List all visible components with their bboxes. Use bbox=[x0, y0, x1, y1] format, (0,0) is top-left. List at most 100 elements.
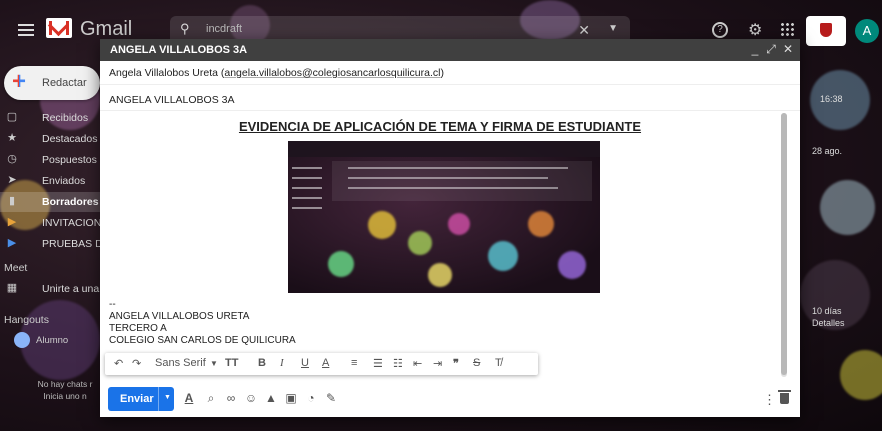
formatting-options-icon[interactable]: A bbox=[182, 391, 196, 405]
bold-icon[interactable]: B bbox=[258, 357, 266, 369]
remove-formatting-icon[interactable]: T̸ bbox=[495, 357, 502, 369]
signature-dash: -- bbox=[109, 299, 116, 310]
signature-school: COLEGIO SAN CARLOS DE QUILICURA bbox=[109, 335, 296, 346]
search-input[interactable]: incdraft bbox=[206, 23, 242, 35]
send-button[interactable]: Enviar ▼ bbox=[108, 387, 174, 411]
meet-heading: Meet bbox=[4, 262, 28, 274]
sidebar-item-join-meeting[interactable]: ▦ Unirte a una r bbox=[0, 279, 106, 299]
compose-header[interactable]: ANGELA VILLALOBOS 3A _ ⤢ ✕ bbox=[100, 39, 800, 61]
clear-search-icon[interactable]: ✕ bbox=[578, 22, 590, 39]
subject-input[interactable]: ANGELA VILLALOBOS 3A bbox=[109, 94, 234, 106]
no-chats-message: No hay chats r Inicia uno n bbox=[30, 378, 100, 402]
italic-icon[interactable]: I bbox=[280, 357, 284, 369]
sidebar-item-sent[interactable]: ➤ Enviados bbox=[0, 171, 100, 191]
redo-icon[interactable]: ↷ bbox=[132, 357, 141, 370]
sidebar-item-pruebas[interactable]: ▶ PRUEBAS DE bbox=[0, 234, 110, 254]
send-icon: ➤ bbox=[7, 174, 17, 186]
subject-field[interactable]: ANGELA VILLALOBOS 3A bbox=[100, 85, 800, 111]
align-icon[interactable]: ≡ bbox=[351, 357, 357, 369]
signature-pen-icon[interactable]: ✎ bbox=[324, 391, 338, 405]
undo-icon[interactable]: ↶ bbox=[114, 357, 123, 370]
sidebar-item-inbox[interactable]: ▢ Recibidos bbox=[0, 108, 100, 128]
link-icon[interactable]: ∞ bbox=[224, 391, 238, 405]
embedded-screenshot[interactable] bbox=[288, 141, 600, 293]
message-body[interactable]: EVIDENCIA DE APLICACIÓN DE TEMA Y FIRMA … bbox=[100, 111, 788, 377]
close-icon[interactable]: ✕ bbox=[781, 42, 795, 56]
expand-icon[interactable]: ⤢ bbox=[764, 42, 778, 57]
bokeh-light bbox=[368, 211, 396, 239]
document-title: EVIDENCIA DE APLICACIÓN DE TEMA Y FIRMA … bbox=[238, 119, 642, 134]
bokeh-light bbox=[328, 251, 354, 277]
main-menu-icon[interactable] bbox=[18, 24, 34, 36]
sidebar-item-invitaciones[interactable]: ▶ INVITACIONE bbox=[0, 213, 109, 233]
compose-label: Redactar bbox=[42, 77, 87, 89]
attach-icon[interactable]: ⌕ bbox=[204, 391, 218, 406]
sidebar-item-label: Recibidos bbox=[42, 112, 89, 124]
shield-icon bbox=[820, 23, 832, 37]
inbox-icon: ▢ bbox=[6, 111, 18, 123]
font-size-icon[interactable]: TT bbox=[225, 357, 238, 369]
font-select[interactable]: Sans Serif bbox=[155, 357, 206, 369]
sidebar-item-drafts[interactable]: ▮ Borradores bbox=[0, 192, 100, 212]
underline-icon[interactable]: U bbox=[301, 357, 309, 369]
scrollbar-thumb[interactable] bbox=[781, 113, 787, 375]
hangout-user[interactable]: Alumno bbox=[36, 335, 68, 346]
draft-icon: ▮ bbox=[8, 195, 16, 207]
label-icon: ▶ bbox=[7, 237, 17, 249]
formatting-toolbar: ↶ ↷ Sans Serif ▼ TT B I U A ≡ ☰ ☷ ⇤ ⇥ ❞ … bbox=[105, 353, 538, 375]
recipient-email: angela.villalobos@colegiosancarlosquilic… bbox=[224, 67, 441, 79]
recipient-chip[interactable]: Angela Villalobos Ureta (angela.villalob… bbox=[109, 67, 444, 79]
clock-icon: ◷ bbox=[7, 153, 17, 165]
drive-icon[interactable]: ▲ bbox=[264, 391, 278, 405]
chevron-down-icon[interactable]: ▼ bbox=[164, 394, 171, 401]
bokeh-light bbox=[448, 213, 470, 235]
more-options-icon[interactable]: ⋮ bbox=[763, 392, 776, 408]
sidebar-item-label: Unirte a una r bbox=[42, 283, 106, 295]
text-color-icon[interactable]: A bbox=[322, 357, 329, 369]
compose-button[interactable]: + Redactar bbox=[4, 66, 100, 100]
avatar[interactable]: A bbox=[855, 19, 879, 43]
message-list-glimpse: 16:38 28 ago. 10 días Detalles bbox=[800, 62, 882, 431]
sidebar-item-starred[interactable]: ★ Destacados bbox=[0, 129, 100, 149]
start-chat-link[interactable]: Inicia uno n bbox=[30, 390, 100, 402]
organization-logo[interactable] bbox=[806, 16, 846, 46]
help-icon[interactable]: ? bbox=[712, 22, 728, 38]
chevron-down-icon[interactable]: ▼ bbox=[210, 359, 218, 368]
photo-icon[interactable]: ▣ bbox=[284, 391, 298, 405]
avatar[interactable] bbox=[14, 332, 30, 348]
sidebar-item-label: Borradores bbox=[42, 196, 99, 208]
screenshot-nav bbox=[292, 197, 322, 199]
gmail-logo-icon[interactable] bbox=[46, 18, 72, 38]
recipients-field[interactable]: Angela Villalobos Ureta (angela.villalob… bbox=[100, 61, 800, 85]
screenshot-header bbox=[288, 141, 600, 157]
trash-icon[interactable] bbox=[778, 390, 791, 404]
search-options-icon[interactable]: ▼ bbox=[608, 23, 618, 34]
minimize-icon[interactable]: _ bbox=[748, 42, 762, 56]
screenshot-row bbox=[348, 187, 558, 189]
body-scrollbar[interactable] bbox=[781, 113, 787, 377]
apps-grid-icon[interactable] bbox=[780, 22, 794, 36]
emoji-icon[interactable]: ☺ bbox=[244, 391, 258, 405]
message-date: 28 ago. bbox=[812, 146, 843, 156]
hangouts-heading: Hangouts bbox=[4, 314, 49, 326]
gear-icon[interactable]: ⚙ bbox=[748, 20, 762, 40]
numbered-list-icon[interactable]: ☰ bbox=[373, 357, 383, 370]
search-icon[interactable]: ⚲ bbox=[180, 21, 190, 37]
bulleted-list-icon[interactable]: ☷ bbox=[393, 357, 403, 370]
recipient-paren: ) bbox=[440, 67, 445, 79]
gmail-logo-text[interactable]: Gmail bbox=[80, 18, 132, 41]
plus-icon: + bbox=[12, 68, 27, 95]
indent-more-icon[interactable]: ⇥ bbox=[433, 357, 442, 370]
label-icon: ▶ bbox=[7, 216, 17, 228]
sidebar-item-snoozed[interactable]: ◷ Pospuestos bbox=[0, 150, 100, 170]
confidential-icon[interactable]: ◔ bbox=[304, 391, 318, 405]
send-divider bbox=[158, 387, 159, 411]
signature: -- ANGELA VILLALOBOS URETA TERCERO A COL… bbox=[109, 299, 296, 347]
quote-icon[interactable]: ❞ bbox=[453, 357, 459, 370]
indent-less-icon[interactable]: ⇤ bbox=[413, 357, 422, 370]
screenshot-nav bbox=[292, 177, 322, 179]
compose-window: ANGELA VILLALOBOS 3A _ ⤢ ✕ Angela Villal… bbox=[100, 39, 800, 417]
strikethrough-icon[interactable]: S bbox=[473, 357, 480, 369]
details-link[interactable]: Detalles bbox=[812, 318, 845, 328]
bokeh-light bbox=[528, 211, 554, 237]
